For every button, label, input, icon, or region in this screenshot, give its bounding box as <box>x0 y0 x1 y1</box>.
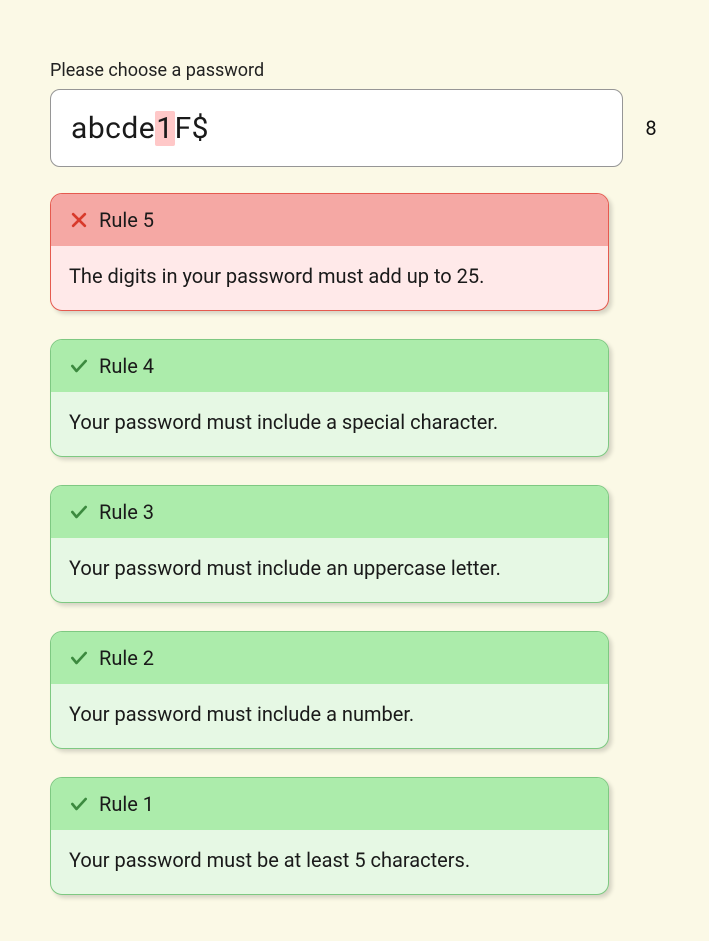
rule-text: Your password must be at least 5 charact… <box>51 830 608 894</box>
check-icon <box>69 794 89 814</box>
rule-header: Rule 1 <box>51 778 608 830</box>
rule-header: Rule 3 <box>51 486 608 538</box>
rule-text: Your password must include a special cha… <box>51 392 608 456</box>
password-text: abcde1F$ <box>71 111 209 146</box>
rule-header: Rule 4 <box>51 340 608 392</box>
rule-number: Rule 2 <box>99 646 154 670</box>
rule-header: Rule 2 <box>51 632 608 684</box>
rule-card-2: Rule 2 Your password must include a numb… <box>50 631 609 749</box>
prompt-label: Please choose a password <box>50 60 659 81</box>
password-pre: abcde <box>71 111 155 146</box>
password-input[interactable]: abcde1F$ <box>50 89 623 167</box>
rule-number: Rule 4 <box>99 354 154 378</box>
rule-card-4: Rule 4 Your password must include a spec… <box>50 339 609 457</box>
character-count: 8 <box>643 116 659 140</box>
rule-text: The digits in your password must add up … <box>51 246 608 310</box>
check-icon <box>69 356 89 376</box>
check-icon <box>69 502 89 522</box>
rule-number: Rule 5 <box>99 208 154 232</box>
rules-list: Rule 5 The digits in your password must … <box>50 193 659 895</box>
rule-number: Rule 3 <box>99 500 154 524</box>
rule-card-1: Rule 1 Your password must be at least 5 … <box>50 777 609 895</box>
password-highlighted-digit: 1 <box>155 111 174 146</box>
check-icon <box>69 648 89 668</box>
password-post: F$ <box>175 111 209 146</box>
rule-card-3: Rule 3 Your password must include an upp… <box>50 485 609 603</box>
rule-number: Rule 1 <box>99 792 154 816</box>
password-input-row: abcde1F$ 8 <box>50 89 659 167</box>
x-icon <box>69 210 89 230</box>
rule-text: Your password must include a number. <box>51 684 608 748</box>
rule-text: Your password must include an uppercase … <box>51 538 608 602</box>
rule-card-5: Rule 5 The digits in your password must … <box>50 193 609 311</box>
rule-header: Rule 5 <box>51 194 608 246</box>
